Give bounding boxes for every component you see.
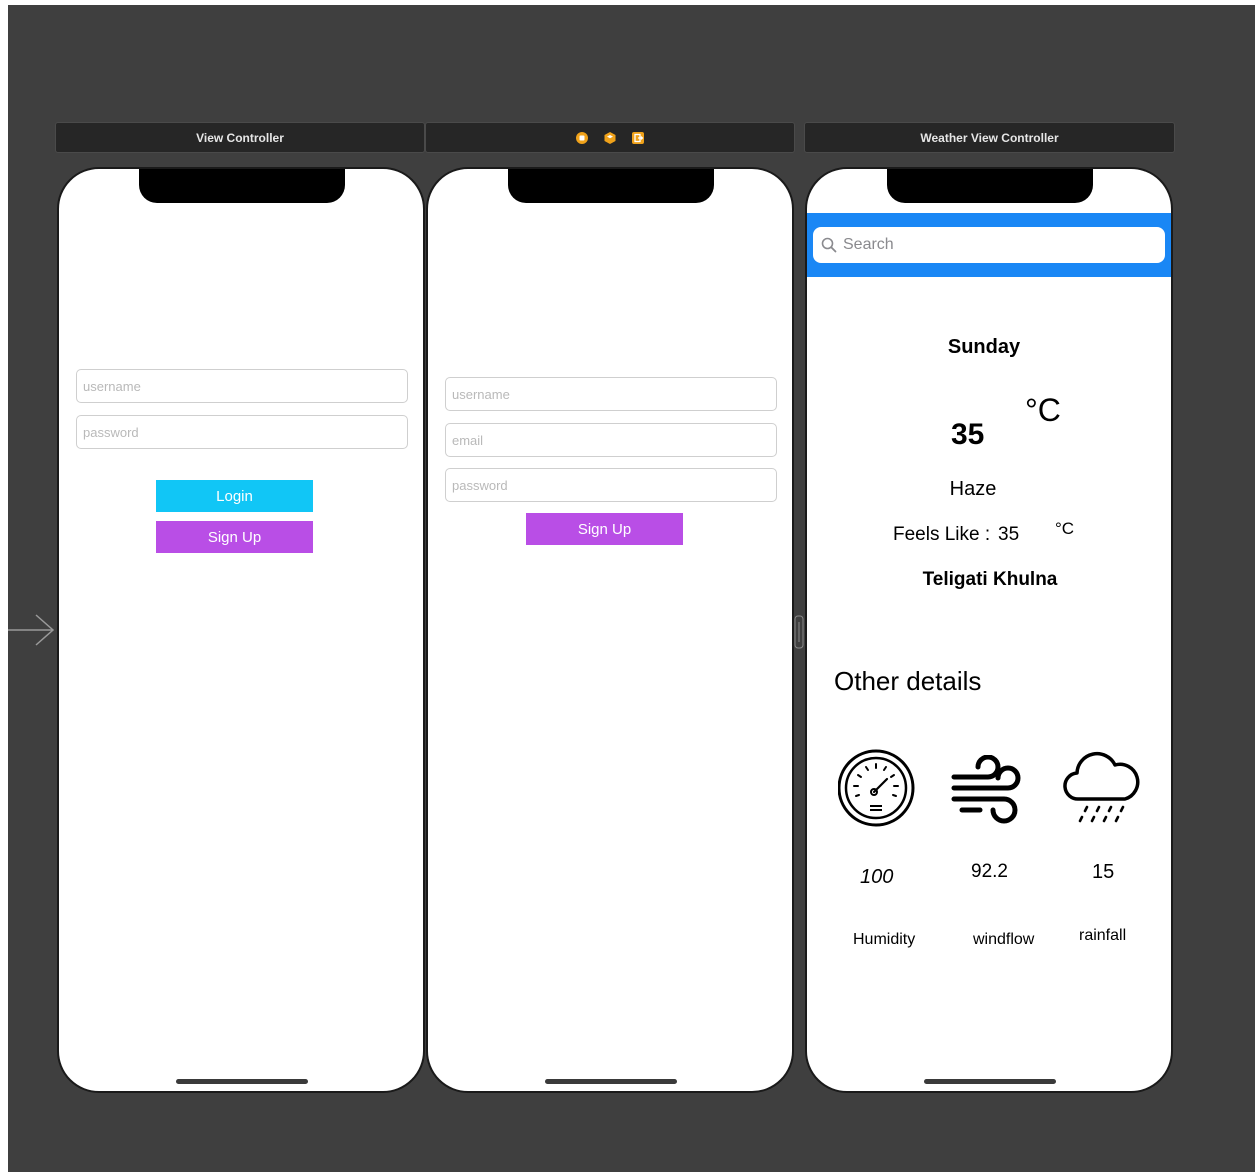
home-indicator [176, 1079, 308, 1084]
scene-bar-view-controller[interactable]: View Controller [55, 122, 425, 153]
password-field[interactable] [445, 468, 777, 502]
signup-button-label: Sign Up [207, 528, 262, 546]
rain-cloud-icon [1063, 751, 1140, 823]
username-field[interactable] [445, 377, 777, 411]
notch [139, 169, 345, 203]
signup-button-label: Sign Up [577, 520, 632, 538]
first-responder-icon[interactable] [603, 131, 617, 145]
feels-like-unit: °C [1055, 519, 1075, 538]
windflow-label: windflow [973, 931, 1035, 948]
weather-scene: Sunday 35 °C Haze Feels Like : 35 °C Tel… [805, 167, 1173, 1093]
humidity-label: Humidity [853, 931, 916, 948]
signup-button[interactable]: Sign Up [526, 513, 683, 545]
home-indicator [924, 1079, 1056, 1084]
search-icon [821, 237, 837, 253]
scene-title: View Controller [196, 130, 284, 145]
notch [508, 169, 714, 203]
feels-like-value: 35 [998, 524, 1020, 545]
temperature-unit: °C [1025, 392, 1061, 428]
wind-icon [951, 755, 1021, 824]
rainfall-value: 15 [1092, 861, 1115, 883]
login-button-label: Login [216, 487, 253, 505]
temperature-value: 35 [951, 418, 985, 451]
segue-icon[interactable] [793, 614, 805, 650]
rainfall-label: rainfall [1079, 927, 1127, 944]
search-input[interactable] [841, 235, 1125, 255]
feels-like-label: Feels Like : [893, 524, 991, 545]
scene-title: Weather View Controller [920, 130, 1059, 145]
username-field[interactable] [76, 369, 408, 403]
day-label: Sunday [947, 336, 1021, 358]
scene-dock-icon[interactable] [575, 131, 589, 145]
password-field[interactable] [76, 415, 408, 449]
login-scene: Login Sign Up [57, 167, 425, 1093]
exit-icon[interactable] [631, 131, 645, 145]
login-button[interactable]: Login [156, 480, 313, 512]
scene-bar-weather-view-controller[interactable]: Weather View Controller [804, 122, 1175, 153]
signup-scene: Sign Up [426, 167, 794, 1093]
location-label: Teligati Khulna [922, 569, 1058, 590]
scene-bar-signup[interactable] [425, 122, 795, 153]
signup-button[interactable]: Sign Up [156, 521, 313, 553]
windflow-value: 92.2 [971, 861, 1008, 882]
entry-point-arrow-icon[interactable] [0, 612, 56, 648]
humidity-value: 100 [860, 866, 894, 888]
search-box[interactable] [813, 227, 1165, 263]
condition-label: Haze [949, 478, 997, 500]
barometer-icon [838, 749, 915, 827]
notch [887, 169, 1093, 203]
home-indicator [545, 1079, 677, 1084]
search-bar [807, 213, 1171, 277]
other-details-title: Other details [834, 666, 982, 696]
email-field[interactable] [445, 423, 777, 457]
